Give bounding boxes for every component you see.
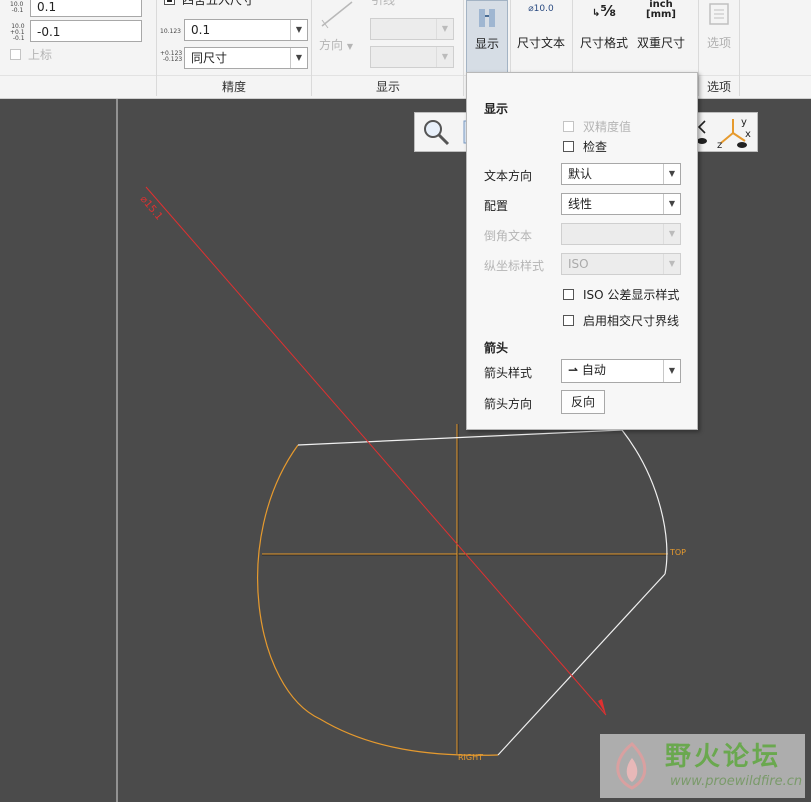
arrow-style-value: 自动	[581, 363, 606, 377]
round-dims-checkbox[interactable]	[164, 0, 175, 5]
superscript-checkbox[interactable]	[10, 49, 21, 60]
watermark-url: www.proewildfire.cn	[670, 774, 803, 789]
chamfer-text-combo[interactable]: ▼	[561, 223, 681, 245]
iso-tolerance-label: ISO 公差显示样式	[583, 288, 680, 302]
chevron-down-icon: ▼	[663, 360, 680, 382]
dual-dim-icon: inch [mm]	[646, 0, 676, 20]
upper-tolerance-icon: 10.0 -0.1	[10, 1, 24, 14]
dual-precision-label: 双精度值	[583, 120, 632, 134]
chevron-down-icon: ▼	[663, 224, 680, 244]
ribbon-separator	[463, 0, 464, 96]
display-dropdown-panel: 显示 双精度值 检查 文本方向 默认 ▼ 配置 线性 ▼ 倒角文本 ▼ 纵坐标样…	[466, 72, 698, 430]
dim-format-label: 尺寸格式	[579, 36, 628, 50]
triad-z-label: z	[717, 140, 722, 149]
intersect-witness-label: 启用相交尺寸界线	[583, 314, 680, 328]
chevron-down-icon: ▼	[290, 20, 307, 40]
csys-display-icon[interactable]: y x z	[715, 115, 755, 149]
dim-text-icon: ⌀10.0	[528, 4, 554, 14]
dim-text-label: 尺寸文本	[516, 36, 565, 50]
chevron-down-icon: ▼	[346, 42, 353, 51]
chevron-down-icon: ▼	[663, 164, 680, 184]
zoom-icon[interactable]	[421, 117, 451, 147]
superscript-label: 上标	[28, 48, 53, 62]
tolerance-precision-icon: +0.123 -0.123	[160, 50, 183, 63]
flip-arrow-button[interactable]: 反向	[561, 390, 605, 414]
text-direction-value: 默认	[568, 167, 593, 181]
chevron-down-icon: ▼	[436, 47, 453, 67]
round-dims-label: 四舍五入尺寸	[182, 0, 255, 7]
options-button[interactable]: 选项	[700, 0, 738, 74]
arrow-section-header: 箭头	[484, 341, 509, 355]
direction-icon	[321, 1, 353, 29]
lead-type-combo[interactable]: ▼	[370, 46, 454, 68]
triad-y-label: y	[741, 117, 747, 128]
display-group-label: 显示	[375, 80, 400, 94]
lower-tolerance-input[interactable]: -0.1	[30, 20, 142, 42]
intersect-witness-checkbox[interactable]	[563, 315, 574, 326]
tolerance-precision-combo[interactable]: 同尺寸 ▼	[184, 47, 308, 69]
top-datum-label: TOP	[669, 548, 686, 557]
lead-label: 引线	[371, 0, 396, 7]
chevron-down-icon: ▼	[290, 48, 307, 68]
dim-text-button[interactable]: ⌀10.0 尺寸文本	[512, 0, 570, 74]
chevron-down-icon: ▼	[436, 19, 453, 39]
diameter-dimension-text[interactable]: ⌀15.1	[138, 194, 165, 223]
chamfer-text-label: 倒角文本	[484, 229, 533, 243]
ordinate-style-label: 纵坐标样式	[484, 259, 545, 273]
options-icon	[709, 3, 729, 25]
text-direction-label: 文本方向	[484, 169, 533, 183]
upper-tolerance-input[interactable]: 0.1	[30, 0, 142, 17]
display-icon	[479, 9, 495, 27]
ordinate-style-combo[interactable]: ISO ▼	[561, 253, 681, 275]
watermark-title: 野火论坛	[665, 742, 782, 772]
dim-format-button[interactable]: ↳⅝ 尺寸格式	[574, 0, 634, 74]
eye-icon	[737, 142, 747, 148]
sketch-top-line	[297, 429, 623, 446]
arrow-style-icon: ⇀	[568, 363, 579, 377]
direction-button[interactable]: 方向 ▼	[319, 36, 353, 53]
decimal-precision-value: 0.1	[191, 23, 211, 37]
chevron-down-icon: ▼	[663, 254, 680, 274]
dual-dim-button[interactable]: inch [mm] 双重尺寸	[634, 0, 688, 74]
decimal-precision-combo[interactable]: 0.1 ▼	[184, 19, 308, 41]
sketch-diagonal-line	[497, 573, 666, 756]
iso-tolerance-checkbox[interactable]	[563, 289, 574, 300]
lower-tolerance-icon: 10.0 +0.1 -0.1	[10, 23, 25, 42]
triad-x-label: x	[745, 129, 751, 140]
dim-format-icon: ↳⅝	[592, 2, 616, 20]
options-label: 选项	[706, 36, 731, 50]
ordinate-style-value: ISO	[568, 257, 589, 271]
chevron-down-icon: ▼	[663, 194, 680, 214]
options-group-label: 选项	[706, 80, 731, 94]
dual-dim-label: 双重尺寸	[636, 36, 685, 50]
arrow-style-combo[interactable]: ⇀ 自动 ▼	[561, 359, 681, 383]
inspection-checkbox[interactable]	[563, 141, 574, 152]
display-button-label: 显示	[474, 37, 499, 51]
arrow-style-label: 箭头样式	[484, 366, 533, 380]
right-datum-label: RIGHT	[458, 753, 483, 762]
text-direction-combo[interactable]: 默认 ▼	[561, 163, 681, 185]
ribbon-separator	[739, 0, 740, 96]
config-label: 配置	[484, 199, 509, 213]
display-section-header: 显示	[484, 102, 509, 116]
precision-group-label: 精度	[221, 80, 246, 94]
fire-logo-icon	[616, 742, 647, 790]
arrow-direction-label: 箭头方向	[484, 397, 533, 411]
lead-style-combo[interactable]: ▼	[370, 18, 454, 40]
inspection-label: 检查	[583, 140, 608, 154]
sketch-arc-right	[621, 429, 668, 575]
config-value: 线性	[568, 197, 593, 211]
direction-label: 方向	[319, 38, 344, 52]
tolerance-precision-value: 同尺寸	[191, 51, 228, 65]
decimal-precision-icon: 10.123	[160, 28, 181, 35]
sketch-arc-left	[257, 444, 499, 756]
config-combo[interactable]: 线性 ▼	[561, 193, 681, 215]
dual-precision-checkbox[interactable]	[563, 121, 574, 132]
forum-watermark: 野火论坛 www.proewildfire.cn	[600, 734, 805, 798]
display-button[interactable]: 显示	[466, 0, 508, 74]
